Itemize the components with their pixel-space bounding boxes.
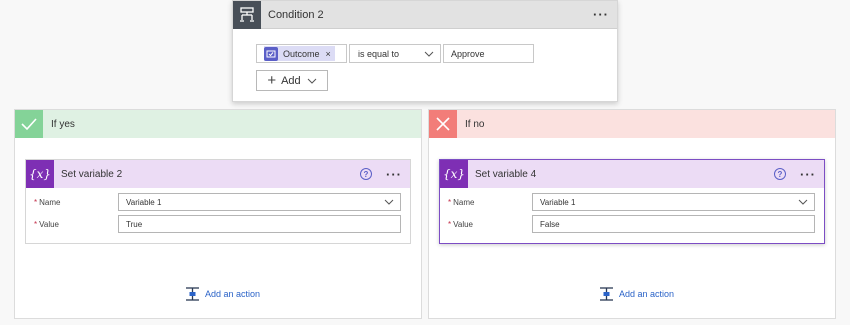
outcome-token[interactable]: Outcome × [264, 46, 335, 61]
condition-value-field[interactable]: Approve [443, 44, 534, 63]
condition-title: Condition 2 [268, 8, 324, 21]
outcome-token-label: Outcome [283, 48, 320, 59]
add-an-action-label: Add an action [619, 289, 675, 299]
required-marker: * [34, 197, 38, 207]
set-variable-4-more-button[interactable]: ··· [800, 167, 824, 182]
plus-icon: + [267, 72, 277, 89]
set-variable-4-card[interactable]: {x} Set variable 4 ? ··· * Name Variable … [439, 159, 825, 244]
condition-operand-field[interactable]: Outcome × [256, 44, 347, 63]
branch-if-yes-header: If yes [15, 110, 421, 138]
approvals-icon [264, 46, 278, 61]
value-label: * Value [448, 220, 532, 229]
operator-value: is equal to [358, 48, 400, 59]
branch-if-no: If no {x} Set variable 4 ? ··· * Name Var… [428, 109, 836, 319]
chevron-down-icon [424, 49, 434, 59]
set-variable-4-title: Set variable 4 [475, 168, 537, 180]
chevron-down-icon [798, 198, 808, 207]
name-label: * Name [34, 198, 118, 207]
branch-if-no-header: If no [429, 110, 835, 138]
required-marker: * [34, 219, 38, 229]
value-label-text: Value [453, 219, 473, 229]
name-value: Variable 1 [540, 197, 576, 207]
set-variable-2-header[interactable]: {x} Set variable 2 ? ··· [26, 160, 410, 188]
token-remove-button[interactable]: × [326, 49, 331, 59]
required-marker: * [448, 197, 452, 207]
chevron-down-icon [307, 75, 317, 87]
name-label: * Name [448, 198, 532, 207]
help-icon[interactable]: ? [360, 168, 372, 180]
name-label-text: Name [453, 197, 475, 207]
value-field[interactable]: True [118, 215, 401, 233]
set-variable-2-card[interactable]: {x} Set variable 2 ? ··· * Name Variable … [25, 159, 411, 244]
add-condition-button[interactable]: + Add [256, 70, 328, 91]
value-label: * Value [34, 220, 118, 229]
set-variable-2-more-button[interactable]: ··· [386, 167, 410, 182]
name-dropdown[interactable]: Variable 1 [118, 193, 401, 211]
add-an-action-link[interactable]: Add an action [186, 287, 260, 301]
checkmark-icon [15, 110, 43, 138]
variable-icon: {x} [26, 160, 54, 188]
condition-header[interactable]: Condition 2 ··· [233, 0, 617, 29]
value-row: * Value False [448, 215, 818, 233]
name-row: * Name Variable 1 [448, 193, 818, 211]
chevron-down-icon [384, 198, 394, 207]
name-dropdown[interactable]: Variable 1 [532, 193, 815, 211]
branch-if-yes-label: If yes [51, 118, 75, 130]
add-action-icon [186, 287, 199, 301]
condition-card[interactable]: Condition 2 ··· Outcome × is equal to Ap… [232, 0, 618, 102]
name-label-text: Name [39, 197, 61, 207]
branch-if-no-label: If no [465, 118, 485, 130]
condition-value: Approve [451, 48, 485, 59]
add-action-icon [600, 287, 613, 301]
name-row: * Name Variable 1 [34, 193, 404, 211]
condition-row: Outcome × is equal to Approve [256, 44, 534, 63]
value-label-text: Value [39, 219, 59, 229]
add-label: Add [281, 74, 301, 87]
condition-more-button[interactable]: ··· [593, 7, 617, 22]
operator-dropdown[interactable]: is equal to [349, 44, 441, 63]
value-field-value: False [540, 219, 560, 229]
set-variable-4-header[interactable]: {x} Set variable 4 ? ··· [440, 160, 824, 188]
flow-canvas: Condition 2 ··· Outcome × is equal to Ap… [0, 0, 850, 325]
name-value: Variable 1 [126, 197, 162, 207]
value-row: * Value True [34, 215, 404, 233]
add-an-action-label: Add an action [205, 289, 261, 299]
required-marker: * [448, 219, 452, 229]
value-field[interactable]: False [532, 215, 815, 233]
value-field-value: True [126, 219, 143, 229]
branch-if-yes: If yes {x} Set variable 2 ? ··· * Name Va… [14, 109, 422, 319]
close-icon [429, 110, 457, 138]
add-an-action-link[interactable]: Add an action [600, 287, 674, 301]
set-variable-2-title: Set variable 2 [61, 168, 123, 180]
help-icon[interactable]: ? [774, 168, 786, 180]
condition-icon [233, 0, 261, 29]
variable-icon: {x} [440, 160, 468, 188]
